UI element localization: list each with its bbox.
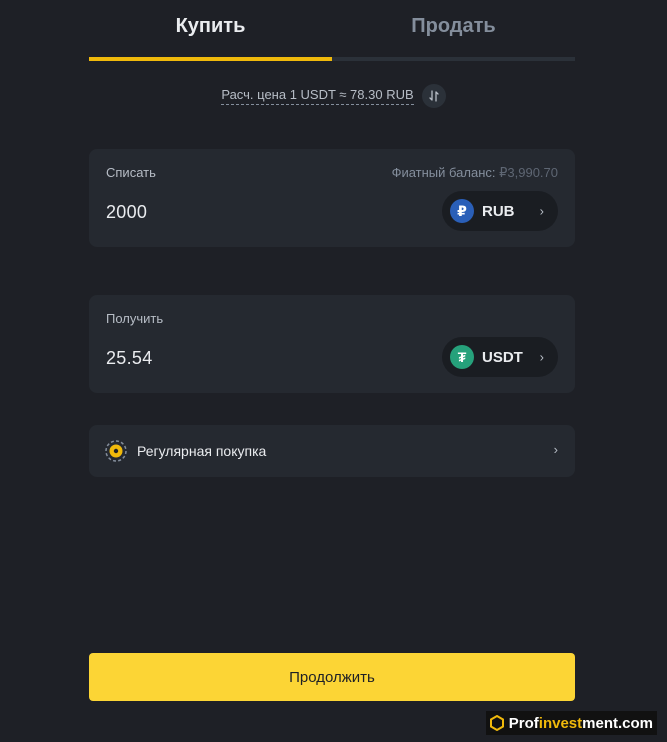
continue-button[interactable]: Продолжить bbox=[89, 653, 575, 701]
ruble-coin-icon: ₽ bbox=[450, 199, 474, 223]
swap-vertical-icon[interactable] bbox=[421, 84, 446, 108]
watermark-prefix: Prof bbox=[508, 714, 539, 732]
receive-card: Получить 25.54 ₮ USDT › bbox=[89, 295, 575, 393]
fiat-balance: Фиатный баланс: ₽3,990.70 bbox=[392, 165, 558, 181]
tether-coin-icon: ₮ bbox=[450, 345, 474, 369]
receive-label: Получить bbox=[106, 311, 164, 326]
logo-icon bbox=[489, 715, 504, 731]
spend-amount-input[interactable]: 2000 bbox=[106, 202, 147, 223]
buy-sell-page: Купить Продать Расч. цена 1 USDT ≈ 78.30… bbox=[0, 0, 667, 742]
spend-label: Списать bbox=[106, 165, 156, 180]
receive-currency-code: USDT bbox=[482, 348, 523, 366]
tab-sell[interactable]: Продать bbox=[332, 0, 575, 61]
receive-amount-input[interactable]: 25.54 bbox=[106, 348, 153, 369]
spend-currency-select[interactable]: ₽ RUB › bbox=[442, 191, 558, 231]
chevron-right-icon: › bbox=[539, 349, 544, 365]
chevron-right-icon: › bbox=[539, 203, 544, 219]
watermark-highlight: invest bbox=[538, 714, 583, 732]
estimated-rate[interactable]: Расч. цена 1 USDT ≈ 78.30 RUB bbox=[221, 87, 414, 105]
fiat-balance-label: Фиатный баланс: bbox=[391, 165, 496, 180]
spend-currency-code: RUB bbox=[482, 202, 515, 220]
tab-buy[interactable]: Купить bbox=[89, 0, 332, 61]
rate-row: Расч. цена 1 USDT ≈ 78.30 RUB bbox=[0, 84, 667, 108]
profinvestment-watermark: Prof invest ment.com bbox=[485, 711, 657, 735]
receive-currency-select[interactable]: ₮ USDT › bbox=[442, 337, 558, 377]
chevron-right-icon: › bbox=[553, 442, 558, 457]
spend-card: Списать Фиатный баланс: ₽3,990.70 2000 ₽… bbox=[89, 149, 575, 247]
watermark-suffix: ment.com bbox=[582, 714, 653, 732]
recurring-buy-label: Регулярная покупка bbox=[137, 443, 267, 459]
trade-tabs: Купить Продать bbox=[89, 0, 575, 61]
fiat-balance-value: ₽3,990.70 bbox=[499, 165, 558, 180]
recurring-buy-icon bbox=[105, 440, 127, 462]
recurring-buy-row[interactable]: Регулярная покупка › bbox=[89, 425, 575, 477]
